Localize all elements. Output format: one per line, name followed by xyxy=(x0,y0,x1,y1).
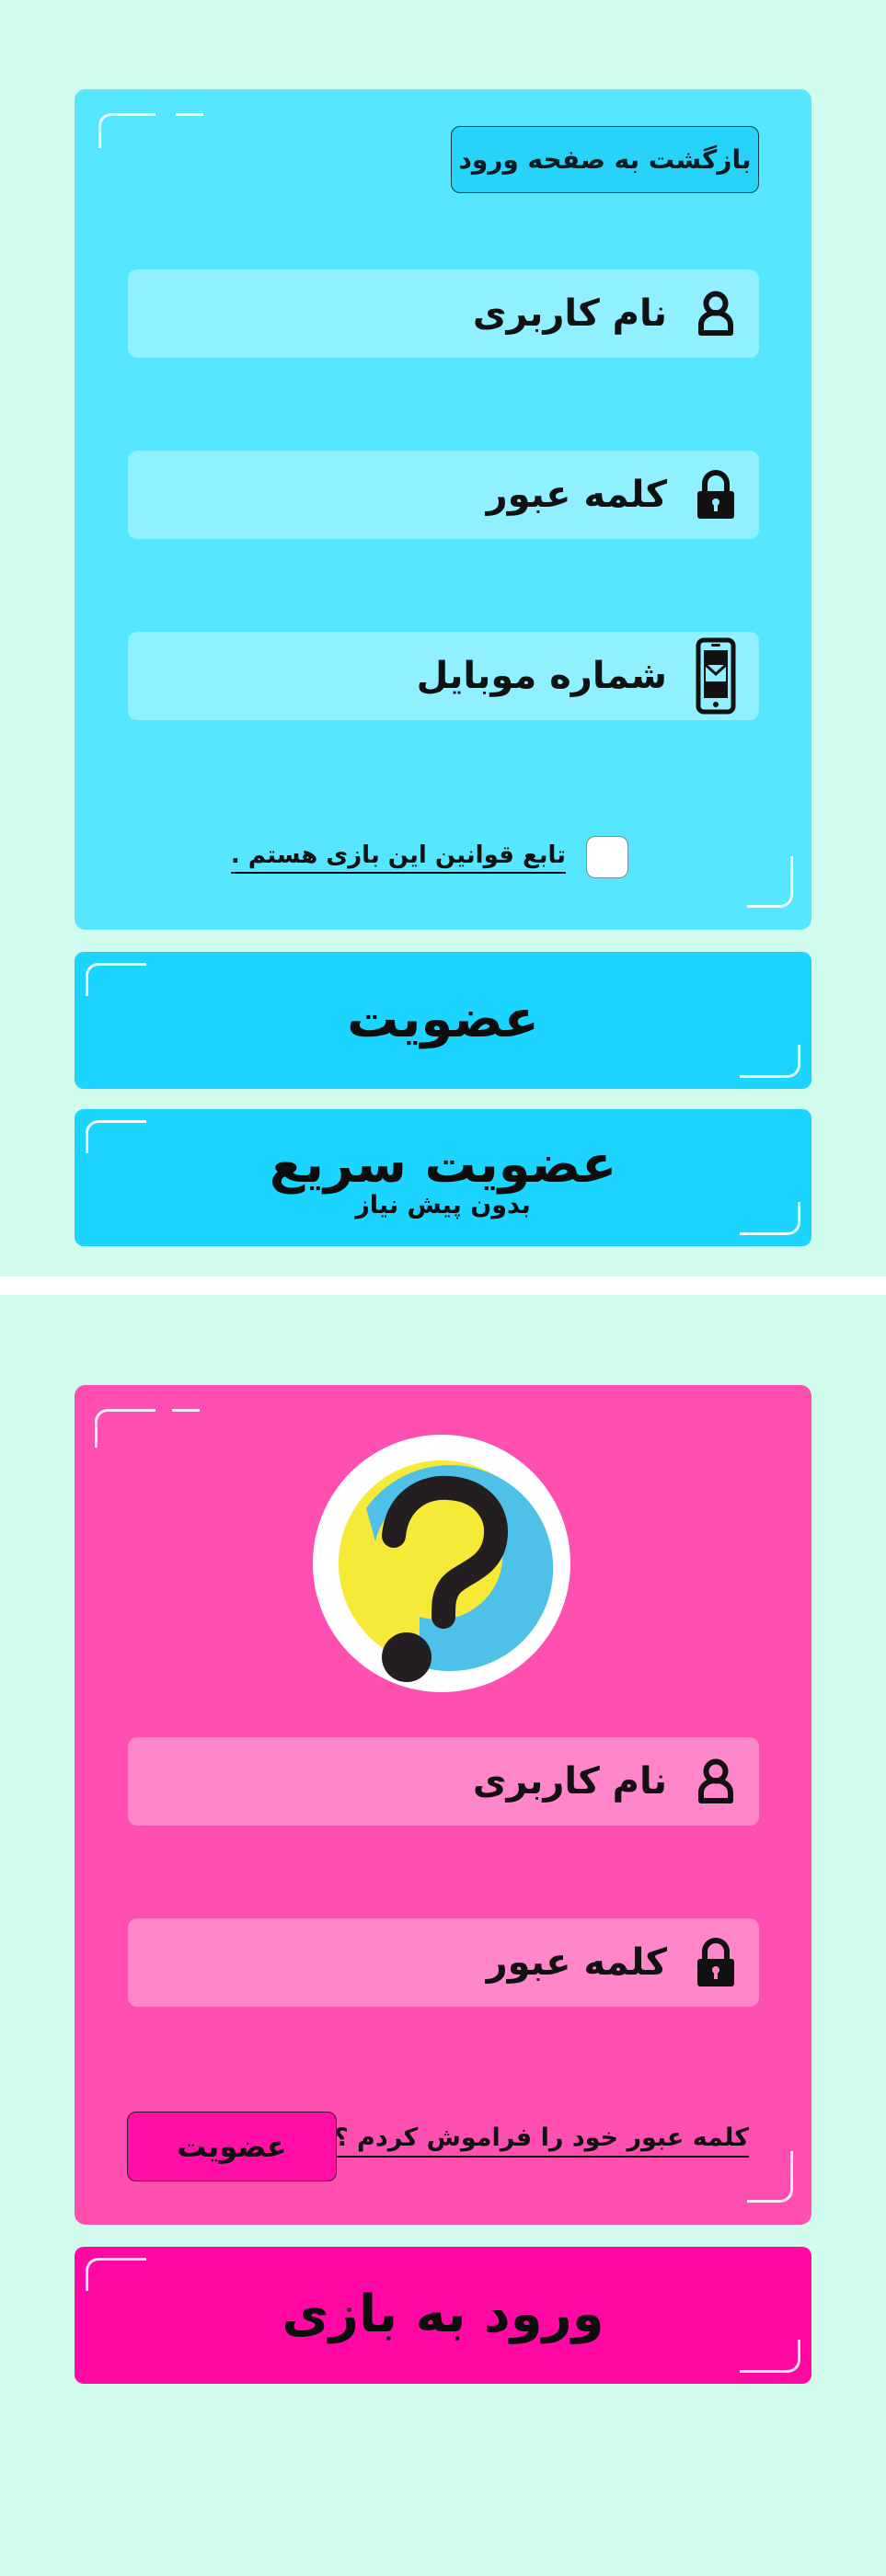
corner-decoration xyxy=(86,963,146,996)
quick-signup-subtitle: بدون پیش نیاز xyxy=(355,1191,531,1220)
user-icon xyxy=(689,269,742,358)
mobile-label: شماره موبایل xyxy=(416,655,667,697)
login-username-label: نام کاربری xyxy=(472,1760,667,1803)
enter-game-button[interactable]: ورود به بازی xyxy=(75,2247,811,2384)
signup-button-label: عضویت xyxy=(347,990,539,1050)
login-password-field[interactable]: کلمه عبور xyxy=(128,1918,759,2007)
user-icon xyxy=(689,1737,742,1826)
register-form-panel: بازگشت به صفحه ورود نام کاربری کلمه عبور xyxy=(75,89,811,930)
terms-checkbox[interactable] xyxy=(586,836,628,878)
corner-decoration xyxy=(86,1120,146,1153)
forgot-password-link[interactable]: کلمه عبور خود را فراموش کردم ؟ xyxy=(333,2124,749,2158)
password-label: کلمه عبور xyxy=(486,474,667,516)
login-form-panel: نام کاربری کلمه عبور کلمه عبور خود را فر… xyxy=(75,1385,811,2225)
signup-button[interactable]: عضویت xyxy=(75,952,811,1089)
corner-decoration xyxy=(747,2151,793,2203)
terms-row: تابع قوانین این بازی هستم . xyxy=(230,836,628,878)
login-password-label: کلمه عبور xyxy=(486,1941,667,1984)
corner-decoration xyxy=(740,2340,800,2373)
corner-decoration xyxy=(740,1045,800,1078)
enter-game-label: ورود به بازی xyxy=(282,2284,604,2345)
login-screen: نام کاربری کلمه عبور کلمه عبور خود را فر… xyxy=(0,1295,886,2576)
back-to-login-button[interactable]: بازگشت به صفحه ورود xyxy=(451,126,759,193)
corner-decoration xyxy=(98,113,155,148)
corner-decoration xyxy=(747,856,793,908)
corner-decoration xyxy=(176,113,203,116)
password-field[interactable]: کلمه عبور xyxy=(128,451,759,539)
corner-decoration xyxy=(86,2258,146,2291)
mobile-field[interactable]: شماره موبایل xyxy=(128,632,759,720)
login-username-field[interactable]: نام کاربری xyxy=(128,1737,759,1826)
username-field[interactable]: نام کاربری xyxy=(128,269,759,358)
lock-icon xyxy=(689,451,742,539)
quick-signup-button[interactable]: عضویت سریع بدون پیش نیاز xyxy=(75,1109,811,1246)
terms-link[interactable]: تابع قوانین این بازی هستم . xyxy=(230,841,566,874)
lock-icon xyxy=(689,1918,742,2007)
username-label: نام کاربری xyxy=(472,292,667,335)
corner-decoration xyxy=(172,1409,200,1412)
login-signup-button[interactable]: عضویت xyxy=(127,2112,337,2181)
mobile-phone-icon xyxy=(689,632,742,720)
register-screen: بازگشت به صفحه ورود نام کاربری کلمه عبور xyxy=(0,0,886,1277)
corner-decoration xyxy=(95,1409,155,1448)
question-mark-logo-icon xyxy=(311,1433,573,1695)
corner-decoration xyxy=(740,1202,800,1235)
quick-signup-label: عضویت سریع xyxy=(269,1134,617,1195)
